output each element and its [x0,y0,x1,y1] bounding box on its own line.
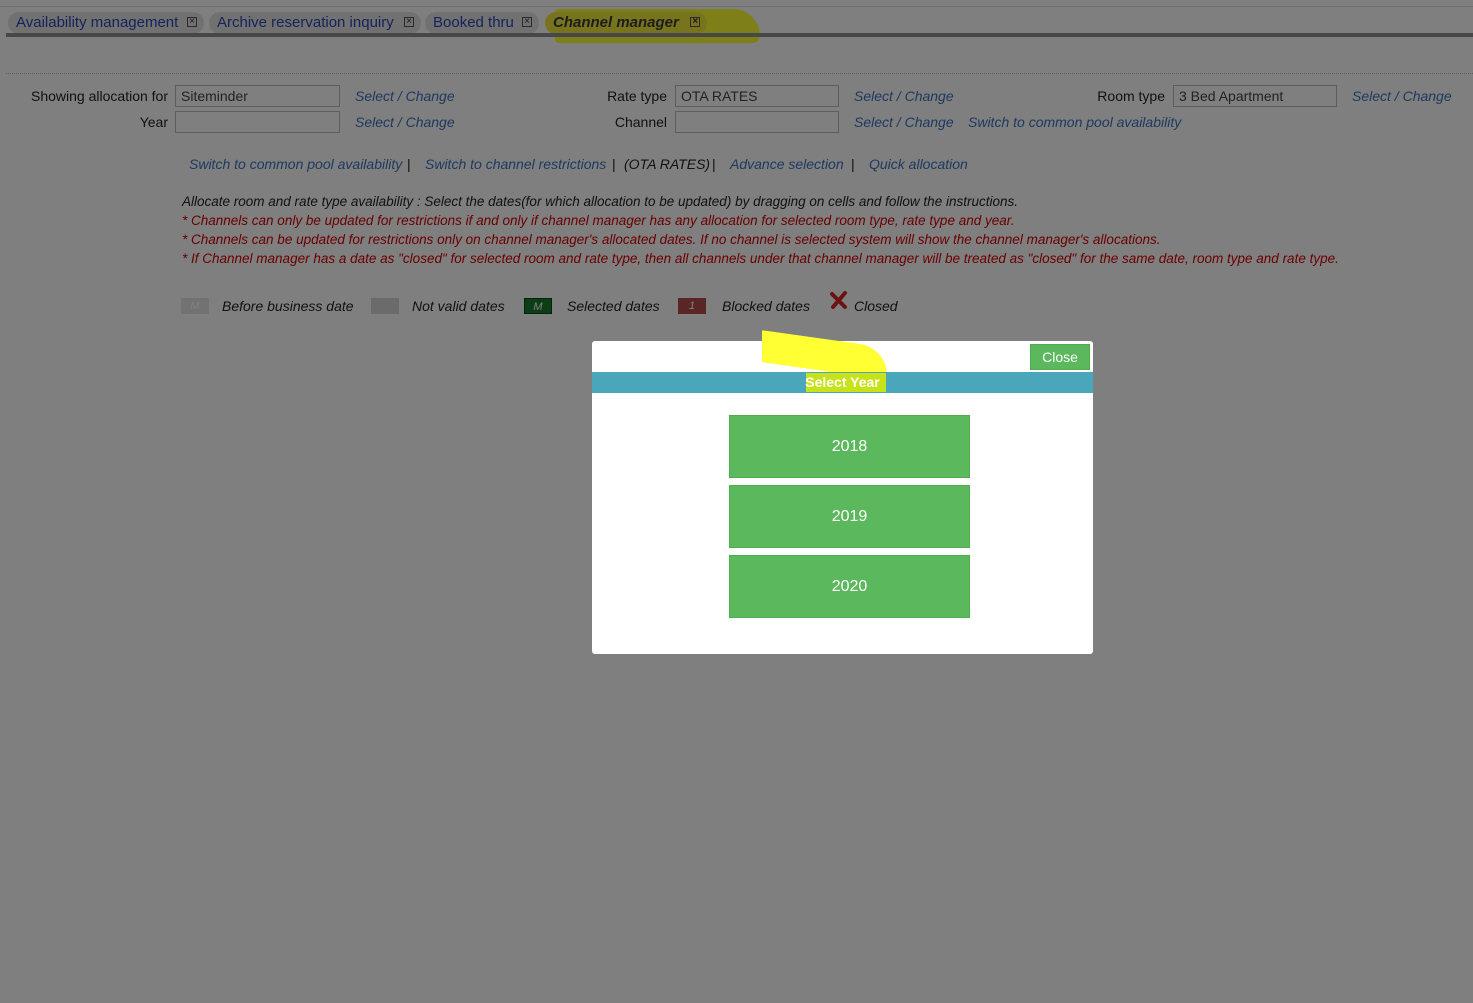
year-option-button[interactable]: 2018 [729,415,970,478]
select-year-dialog: Close Select Year 2018 2019 2020 [592,330,1093,654]
year-option-button[interactable]: 2020 [729,555,970,618]
close-button[interactable]: Close [1030,344,1090,370]
year-option-button[interactable]: 2019 [729,485,970,548]
dialog-title: Select Year [805,374,880,390]
page: Availability management × Archive reserv… [0,0,1473,1003]
